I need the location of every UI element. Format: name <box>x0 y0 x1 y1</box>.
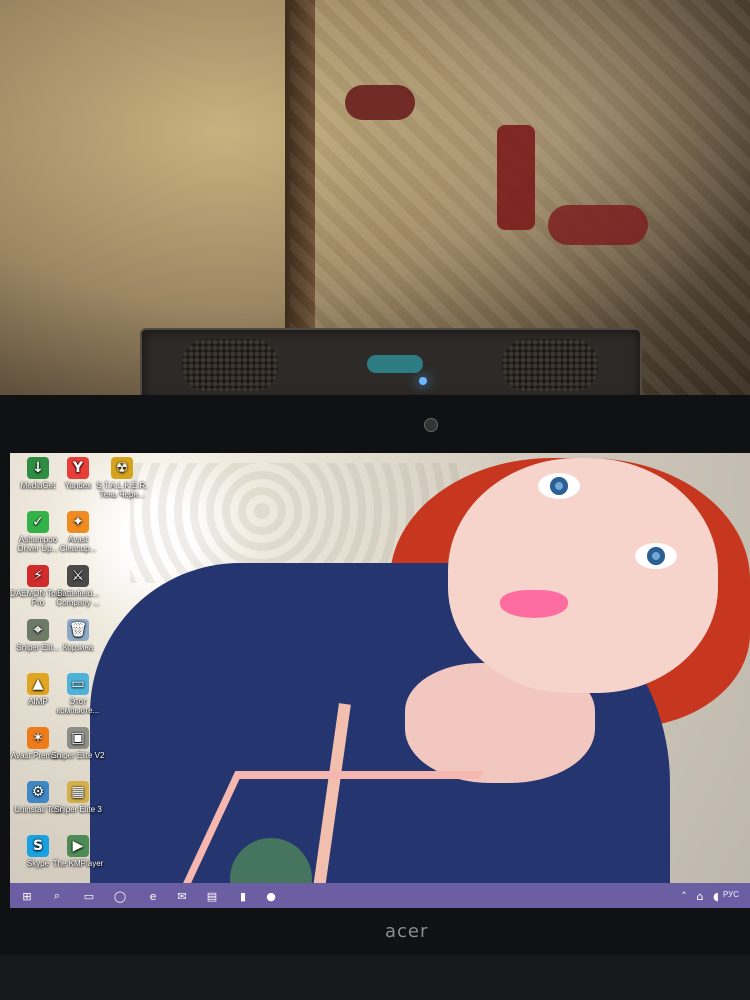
uninstall-tool-icon: ⚙ <box>27 781 49 803</box>
wall-toy-car-2 <box>548 205 648 245</box>
desktop-icon-sniper-elite-3[interactable]: ▦ Sniper Elite 3 <box>50 781 106 814</box>
yandex-icon: Y <box>67 457 89 479</box>
taskbar: ⊞ ⌕ ▭ ◯ e ✉ ▤ ▮ ● ˄ ⌂ ◖ РУС <box>10 883 750 908</box>
desktop-icon-label: Корзина <box>62 643 94 652</box>
wall-toy-car <box>345 85 415 120</box>
stalker-icon: ☢ <box>111 457 133 479</box>
speaker-grille-right <box>502 339 598 391</box>
desktop-icon-stalker[interactable]: ☢ S.T.A.L.K.E.R. Тень Черн... <box>94 457 150 499</box>
desktop-icon-this-pc[interactable]: ▭ Этот компьюте... <box>50 673 106 715</box>
windows-start-icon[interactable]: ⊞ <box>18 887 36 905</box>
eye-left <box>538 473 580 499</box>
speaker-grille-left <box>182 339 278 391</box>
desktop-icon-recycle-bin[interactable]: 🗑 Корзина <box>50 619 106 652</box>
avast-cleanup-icon: ✦ <box>67 511 89 533</box>
cortana-icon[interactable]: ◯ <box>111 887 129 905</box>
daemon-tools-icon: ⚡ <box>27 565 49 587</box>
speaker-power-led <box>419 377 427 385</box>
ashampoo-icon: ✓ <box>27 511 49 533</box>
desktop-icon-label: The KMPlayer <box>52 859 104 868</box>
eye-right <box>635 543 677 569</box>
wall-phonebox <box>497 125 535 230</box>
sniper-elite-3-icon: ▦ <box>67 781 89 803</box>
desktop-icon-battlefield[interactable]: ⚔ Battlefield... Company ... <box>50 565 106 607</box>
wallpaper-face <box>448 458 718 693</box>
sniper-elite-icon: ⌖ <box>27 619 49 641</box>
this-pc-icon: ▭ <box>67 673 89 695</box>
desktop-icon-label: S.T.A.L.K.E.R. Тень Черн... <box>96 481 148 499</box>
store-icon[interactable]: ▮ <box>234 887 252 905</box>
edge-icon[interactable]: e <box>144 887 162 905</box>
desktop-icon-label: Sniper Elite V2 <box>51 751 105 760</box>
battlefield-icon: ⚔ <box>67 565 89 587</box>
speaker-logo-badge <box>367 355 423 373</box>
file-explorer-icon[interactable]: ▤ <box>203 887 221 905</box>
desktop-icon-label: Этот компьюте... <box>56 697 100 715</box>
task-view-icon[interactable]: ▭ <box>80 887 98 905</box>
kmplayer-icon: ▶ <box>67 835 89 857</box>
webcam-icon <box>424 418 438 432</box>
desktop-icon-label: Avast Cleanup... <box>59 535 97 553</box>
desktop-screen: ↓ MediaGet Y Yandex ☢ S.T.A.L.K.E.R. Тен… <box>10 453 750 908</box>
laptop-palmrest <box>0 955 750 1000</box>
media-icon[interactable]: ● <box>262 887 280 905</box>
search-icon[interactable]: ⌕ <box>48 887 66 905</box>
laptop-brand: acer <box>385 921 429 942</box>
speaker-bar <box>140 328 642 402</box>
desktop-icon-kmplayer[interactable]: ▶ The KMPlayer <box>50 835 106 868</box>
desktop-icon-avast-cleanup[interactable]: ✦ Avast Cleanup... <box>50 511 106 553</box>
sniper-elite-v2-icon: ▣ <box>67 727 89 749</box>
desktop-icon-label: Sniper Elite 3 <box>54 805 102 814</box>
aimp-icon: ▲ <box>27 673 49 695</box>
desktop-icon-label: Battlefield... Company ... <box>56 589 100 607</box>
language-indicator[interactable]: РУС <box>723 890 739 899</box>
avast-premium-icon: ✶ <box>27 727 49 749</box>
mail-icon[interactable]: ✉ <box>173 887 191 905</box>
mediaget-icon: ↓ <box>27 457 49 479</box>
lips <box>500 590 568 618</box>
desktop-icon-sniper-elite-v2[interactable]: ▣ Sniper Elite V2 <box>50 727 106 760</box>
recycle-bin-icon: 🗑 <box>67 619 89 641</box>
skype-icon: S <box>27 835 49 857</box>
